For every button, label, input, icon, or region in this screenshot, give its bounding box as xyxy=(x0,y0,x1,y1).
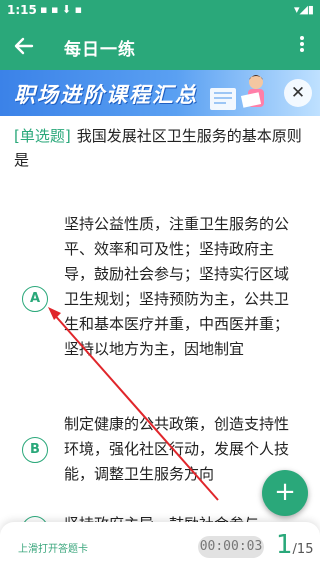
answer-card-panel[interactable]: 上滑打开答题卡 00:00:03 1/15 xyxy=(0,522,320,568)
add-button[interactable]: + xyxy=(262,470,308,516)
answer-card-hint: 上滑打开答题卡 xyxy=(18,544,88,555)
page-current: 1 xyxy=(276,530,293,560)
page-counter: 1/15 xyxy=(276,530,313,560)
page-total: /15 xyxy=(292,542,314,557)
timer: 00:00:03 xyxy=(198,536,264,558)
